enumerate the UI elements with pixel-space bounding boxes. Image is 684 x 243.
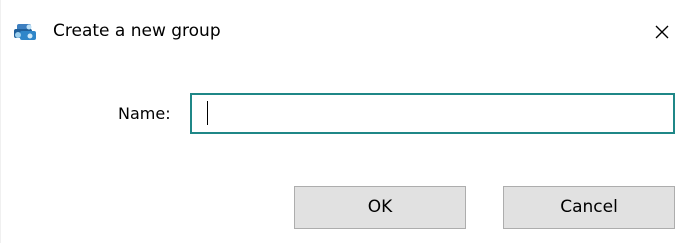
name-label: Name: [118, 104, 171, 123]
title-bar: Create a new group [1, 0, 684, 62]
group-app-icon [12, 22, 38, 42]
group-name-input[interactable] [190, 93, 675, 134]
create-group-dialog: Create a new group Name: OK Cancel [0, 0, 684, 243]
text-caret [207, 101, 208, 125]
close-button[interactable] [641, 14, 681, 48]
ok-button[interactable]: OK [294, 186, 466, 229]
close-icon [655, 25, 669, 39]
cancel-button[interactable]: Cancel [503, 186, 675, 229]
window-title: Create a new group [53, 21, 221, 41]
